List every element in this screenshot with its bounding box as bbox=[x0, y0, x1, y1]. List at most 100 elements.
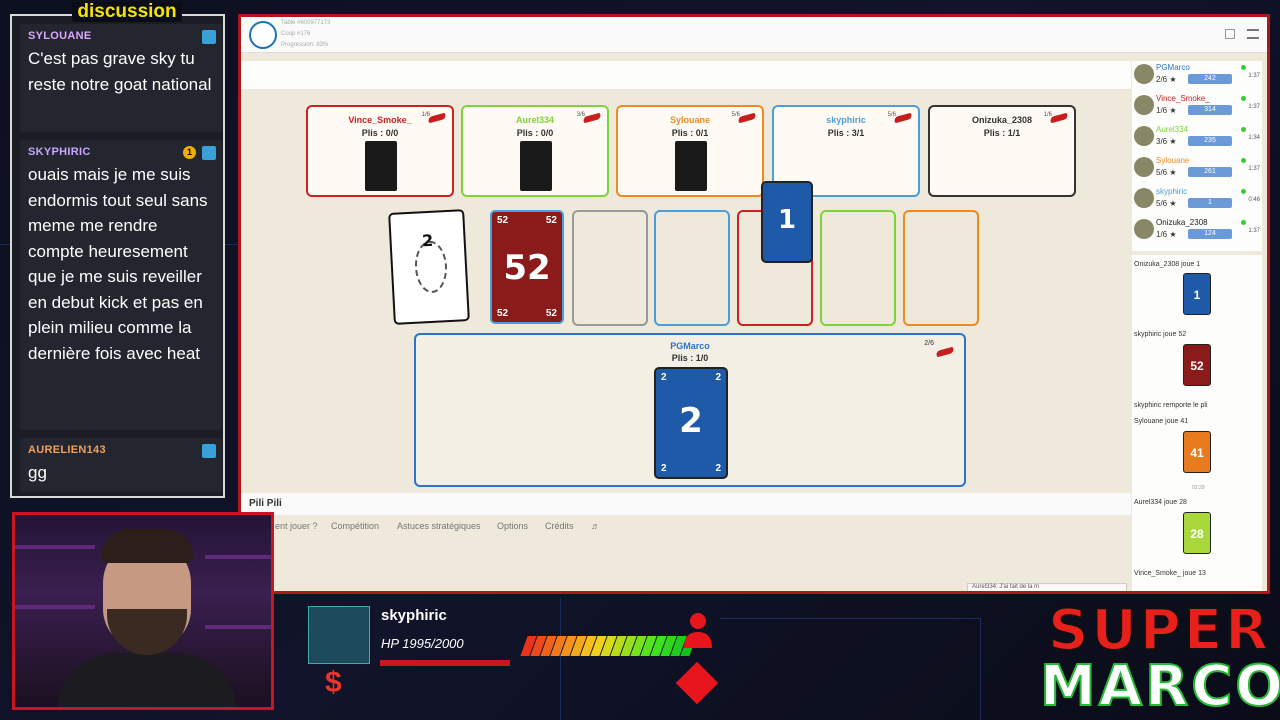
progression: Progression: 83% bbox=[281, 42, 329, 48]
chat-message: SKYPHIRIC ouais mais je me suis endormis… bbox=[20, 140, 222, 430]
card-corner: 2 bbox=[715, 463, 721, 474]
log-card: 52 bbox=[1183, 344, 1211, 386]
music-icon[interactable]: ♬ bbox=[591, 521, 600, 531]
chat-text: ouais mais je me suis endormis tout seul… bbox=[28, 165, 208, 363]
fullscreen-icon[interactable] bbox=[1225, 29, 1235, 39]
played-card: 52 52 52 52 52 bbox=[490, 210, 564, 324]
rule-card: 2 bbox=[388, 209, 470, 325]
player-time: 1:37 bbox=[1248, 228, 1260, 234]
player-time: 0:46 bbox=[1248, 197, 1260, 203]
player-stat: 5/6 ★ bbox=[1156, 168, 1177, 177]
menu-credits[interactable]: Crédits bbox=[545, 521, 574, 531]
player-time: 1:37 bbox=[1248, 73, 1260, 79]
shelf bbox=[15, 545, 95, 549]
player-points: 242 bbox=[1188, 74, 1232, 84]
avatar bbox=[1134, 219, 1154, 239]
play-slot bbox=[903, 210, 979, 326]
shelf bbox=[205, 625, 271, 629]
online-dot bbox=[1241, 65, 1246, 70]
player-name: Onizuka_2308 bbox=[1156, 218, 1208, 227]
person-icon bbox=[684, 613, 712, 648]
boardgame-logo-icon[interactable] bbox=[249, 21, 277, 49]
player-stat: 5/6 ★ bbox=[1156, 199, 1177, 208]
avatar bbox=[1134, 188, 1154, 208]
share-icon[interactable] bbox=[202, 146, 216, 160]
player-name: skyphiric bbox=[1156, 187, 1188, 196]
avatar bbox=[1134, 64, 1154, 84]
log-card: 28 bbox=[1183, 512, 1211, 554]
player-row[interactable]: Onizuka_2308 1/6 ★ 124 1:37 bbox=[1134, 218, 1262, 244]
log-entry: Aurel334 joue 28 bbox=[1134, 499, 1187, 506]
play-slot bbox=[572, 210, 648, 326]
streamer-shirt bbox=[57, 653, 237, 707]
chat-panel: discussion SYLOUANE C'est pas grave sky … bbox=[10, 2, 225, 498]
player-row[interactable]: skyphiric 5/6 ★ 1 0:46 bbox=[1134, 187, 1262, 213]
player-points: 124 bbox=[1188, 229, 1232, 239]
card-back bbox=[365, 141, 397, 191]
card-back bbox=[675, 141, 707, 191]
seat-onizuka: Onizuka_2308 Plis : 1/1 1/6 bbox=[928, 105, 1076, 197]
my-hand-area: PGMarco Plis : 1/0 2/6 2 2 2 2 2 bbox=[414, 333, 966, 487]
streamer-beard bbox=[107, 609, 187, 655]
player-row[interactable]: Sylouane 5/6 ★ 261 1:37 bbox=[1134, 156, 1262, 182]
webcam-feed bbox=[12, 512, 274, 710]
card-corner: 2 bbox=[715, 372, 721, 383]
table-number: Table #600977173 bbox=[281, 20, 331, 26]
card-corner: 52 bbox=[497, 308, 509, 319]
log-entry: Vince_Smoke_ joue 13 bbox=[1134, 570, 1206, 577]
hp-username: skyphiric bbox=[381, 607, 447, 624]
seat-plis: Plis : 0/0 bbox=[361, 128, 399, 138]
menu-tips[interactable]: Astuces stratégiques bbox=[397, 521, 481, 531]
menu-how-to-play[interactable]: ent jouer ? bbox=[275, 521, 318, 531]
menu-icon[interactable] bbox=[1247, 29, 1259, 39]
player-points: 314 bbox=[1188, 105, 1232, 115]
card-value: 52 bbox=[503, 248, 551, 288]
card-value: 1 bbox=[777, 205, 797, 235]
card-corner: 2 bbox=[661, 463, 667, 474]
player-row[interactable]: Vince_Smoke_ 1/6 ★ 314 1:37 bbox=[1134, 94, 1262, 120]
chat-preview[interactable]: Aurel334: J'ai fait de la m bbox=[967, 583, 1127, 591]
sub-bar bbox=[241, 61, 1131, 89]
avatar bbox=[1134, 126, 1154, 146]
log-card: 41 bbox=[1183, 431, 1211, 473]
circuit-line bbox=[720, 618, 980, 619]
circuit-line bbox=[560, 598, 561, 720]
share-icon[interactable] bbox=[202, 444, 216, 458]
card-corner: 52 bbox=[545, 308, 557, 319]
player-time: 1:34 bbox=[1248, 135, 1260, 141]
my-card[interactable]: 2 2 2 2 2 bbox=[654, 367, 728, 479]
online-dot bbox=[1241, 96, 1246, 101]
player-time: 1:37 bbox=[1248, 166, 1260, 172]
avatar bbox=[1134, 157, 1154, 177]
player-stat: 1/6 ★ bbox=[1156, 106, 1177, 115]
player-row[interactable]: Aurel334 3/6 ★ 235 1:34 bbox=[1134, 125, 1262, 151]
online-dot bbox=[1241, 158, 1246, 163]
game-log: Onizuka_2308 joue 1 1 skyphiric joue 52 … bbox=[1132, 255, 1262, 591]
my-name: PGMarco bbox=[670, 341, 710, 351]
hp-text: HP 1995/2000 bbox=[381, 636, 464, 651]
dollar-icon: $ bbox=[325, 666, 342, 699]
circuit-line bbox=[980, 618, 981, 720]
online-dot bbox=[1241, 189, 1246, 194]
player-name: Vince_Smoke_ bbox=[1156, 94, 1210, 103]
floating-card[interactable]: 1 bbox=[761, 181, 813, 263]
player-time: 1:37 bbox=[1248, 104, 1260, 110]
seat-aurel: Aurel334 Plis : 0/0 3/6 bbox=[461, 105, 609, 197]
chat-message: SYLOUANE C'est pas grave sky tu reste no… bbox=[20, 24, 222, 132]
rule-card-value: 2 bbox=[421, 230, 434, 251]
my-plis: Plis : 1/0 bbox=[671, 353, 709, 363]
player-row[interactable]: PGMarco 2/6 ★ 242 1:37 bbox=[1134, 63, 1262, 89]
log-entry: skyphiric joue 52 bbox=[1134, 331, 1187, 338]
menu-competition[interactable]: Compétition bbox=[331, 521, 379, 531]
player-points: 1 bbox=[1188, 198, 1232, 208]
menu-options[interactable]: Options bbox=[497, 521, 528, 531]
avatar bbox=[1134, 95, 1154, 115]
play-slot bbox=[820, 210, 896, 326]
shelf bbox=[205, 555, 271, 559]
streamer-hair bbox=[101, 529, 193, 563]
player-stat: 1/6 ★ bbox=[1156, 230, 1177, 239]
seat-vince: Vince_Smoke_ Plis : 0/0 1/6 bbox=[306, 105, 454, 197]
share-icon[interactable] bbox=[202, 30, 216, 44]
hp-avatar-icon bbox=[308, 606, 370, 664]
log-entry: Sylouane joue 41 bbox=[1134, 418, 1189, 425]
